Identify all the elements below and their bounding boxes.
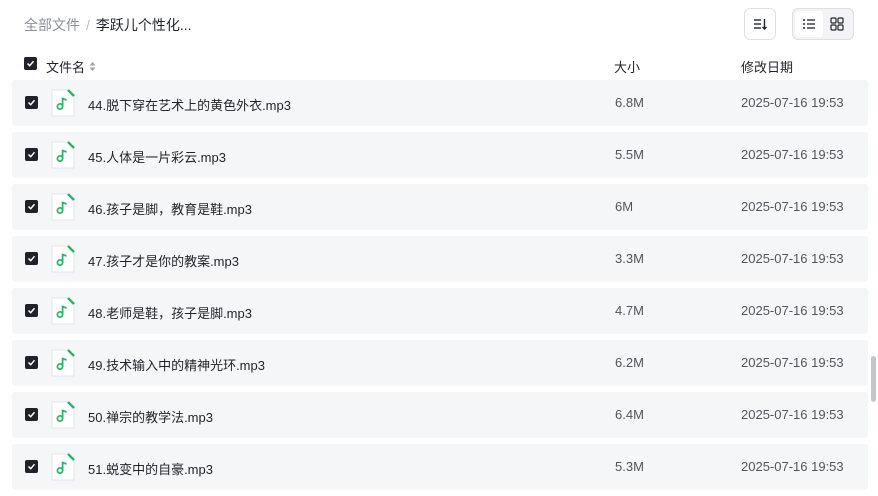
column-header-name[interactable]: 文件名 <box>46 57 96 76</box>
table-row[interactable]: 46.孩子是脚，教育是鞋.mp3 6M 2025-07-16 19:53 <box>12 184 868 230</box>
breadcrumb-root[interactable]: 全部文件 <box>24 15 80 35</box>
file-name[interactable]: 47.孩子才是你的教案.mp3 <box>88 251 239 270</box>
file-date: 2025-07-16 19:53 <box>741 251 844 266</box>
view-toggle <box>792 8 854 40</box>
file-size: 5.5M <box>615 147 644 162</box>
file-size: 6.4M <box>615 407 644 422</box>
audio-file-icon <box>51 401 75 429</box>
table-row[interactable]: 48.老师是鞋，孩子是脚.mp3 4.7M 2025-07-16 19:53 <box>12 288 868 334</box>
audio-file-icon <box>51 245 75 273</box>
file-size: 6M <box>615 199 634 214</box>
file-date: 2025-07-16 19:53 <box>741 303 844 318</box>
breadcrumb-separator: / <box>86 17 90 33</box>
checkmark-icon <box>27 255 36 262</box>
audio-file-icon <box>51 297 75 325</box>
checkmark-icon <box>27 411 36 418</box>
list-view-icon <box>803 19 815 29</box>
column-header-modified[interactable]: 修改日期 <box>741 57 793 76</box>
checkmark-icon <box>27 359 36 366</box>
file-size: 4.7M <box>615 303 644 318</box>
checkmark-icon <box>27 99 36 106</box>
table-header: 文件名 大小 修改日期 <box>12 52 868 78</box>
audio-file-icon <box>51 193 75 221</box>
file-size: 6.2M <box>615 355 644 370</box>
file-list: 44.脱下穿在艺术上的黄色外衣.mp3 6.8M 2025-07-16 19:5… <box>12 80 868 496</box>
file-date: 2025-07-16 19:53 <box>741 199 844 214</box>
breadcrumb: 全部文件 / 李跃儿个性化... <box>24 15 192 35</box>
sort-list-icon <box>754 19 767 30</box>
row-checkbox[interactable] <box>25 304 38 317</box>
file-name[interactable]: 51.蜕变中的自豪.mp3 <box>88 459 213 478</box>
table-row[interactable]: 44.脱下穿在艺术上的黄色外衣.mp3 6.8M 2025-07-16 19:5… <box>12 80 868 126</box>
table-row[interactable]: 45.人体是一片彩云.mp3 5.5M 2025-07-16 19:53 <box>12 132 868 178</box>
grid-view-icon <box>830 17 844 31</box>
file-size: 6.8M <box>615 95 644 110</box>
row-checkbox[interactable] <box>25 148 38 161</box>
top-bar: 全部文件 / 李跃儿个性化... <box>0 0 878 48</box>
table-row[interactable]: 47.孩子才是你的教案.mp3 3.3M 2025-07-16 19:53 <box>12 236 868 282</box>
checkmark-icon <box>27 203 36 210</box>
list-view-button[interactable] <box>795 11 823 37</box>
file-name[interactable]: 48.老师是鞋，孩子是脚.mp3 <box>88 303 252 322</box>
scrollbar-thumb[interactable] <box>871 356 876 402</box>
checkmark-icon <box>27 463 36 470</box>
file-name[interactable]: 46.孩子是脚，教育是鞋.mp3 <box>88 199 252 218</box>
select-all-checkbox[interactable] <box>24 57 37 70</box>
file-name[interactable]: 50.禅宗的教学法.mp3 <box>88 407 213 426</box>
column-header-name-label: 文件名 <box>46 60 86 75</box>
row-checkbox[interactable] <box>25 252 38 265</box>
file-size: 3.3M <box>615 251 644 266</box>
row-checkbox[interactable] <box>25 96 38 109</box>
file-date: 2025-07-16 19:53 <box>741 147 844 162</box>
table-row[interactable]: 51.蜕变中的自豪.mp3 5.3M 2025-07-16 19:53 <box>12 444 868 490</box>
file-name[interactable]: 45.人体是一片彩云.mp3 <box>88 147 226 166</box>
file-size: 5.3M <box>615 459 644 474</box>
row-checkbox[interactable] <box>25 200 38 213</box>
audio-file-icon <box>51 349 75 377</box>
file-name[interactable]: 49.技术输入中的精神光环.mp3 <box>88 355 265 374</box>
file-date: 2025-07-16 19:53 <box>741 95 844 110</box>
row-checkbox[interactable] <box>25 356 38 369</box>
checkmark-icon <box>26 60 35 67</box>
audio-file-icon <box>51 453 75 481</box>
column-header-size[interactable]: 大小 <box>614 57 640 76</box>
table-row[interactable]: 50.禅宗的教学法.mp3 6.4M 2025-07-16 19:53 <box>12 392 868 438</box>
table-row[interactable]: 49.技术输入中的精神光环.mp3 6.2M 2025-07-16 19:53 <box>12 340 868 386</box>
breadcrumb-current: 李跃儿个性化... <box>95 17 192 33</box>
file-date: 2025-07-16 19:53 <box>741 459 844 474</box>
audio-file-icon <box>51 141 75 169</box>
sort-arrows-icon <box>89 61 96 72</box>
checkmark-icon <box>27 307 36 314</box>
checkmark-icon <box>27 151 36 158</box>
file-date: 2025-07-16 19:53 <box>741 407 844 422</box>
sort-button[interactable] <box>744 8 776 40</box>
file-name[interactable]: 44.脱下穿在艺术上的黄色外衣.mp3 <box>88 95 291 114</box>
row-checkbox[interactable] <box>25 408 38 421</box>
grid-view-button[interactable] <box>823 11 851 37</box>
row-checkbox[interactable] <box>25 460 38 473</box>
audio-file-icon <box>51 89 75 117</box>
file-date: 2025-07-16 19:53 <box>741 355 844 370</box>
